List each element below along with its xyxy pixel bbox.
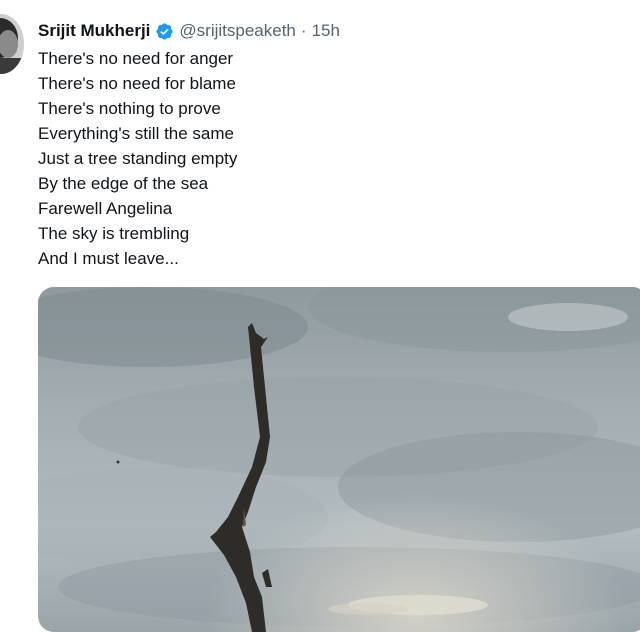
header-separator: · bbox=[300, 21, 307, 40]
tweet-header: Srijit Mukherji @srijitspeaketh · 15h bbox=[38, 18, 340, 44]
verified-badge-icon bbox=[155, 22, 174, 41]
tweet-text-line: Just a tree standing empty bbox=[38, 149, 238, 168]
author-handle[interactable]: @srijitspeaketh bbox=[179, 21, 295, 41]
tweet-timestamp[interactable]: 15h bbox=[312, 21, 340, 41]
author-display-name[interactable]: Srijit Mukherji bbox=[38, 21, 150, 41]
tweet-text-line: Farewell Angelina bbox=[38, 199, 173, 218]
tweet-text-line: There's nothing to prove bbox=[38, 99, 221, 118]
tweet-text: There's no need for anger There's no nee… bbox=[38, 46, 598, 271]
tweet-text-line: By the edge of the sea bbox=[38, 174, 209, 193]
tweet-text-line: There's no need for anger bbox=[38, 49, 234, 68]
tweet-text-line: Everything's still the same bbox=[38, 124, 234, 143]
tweet-text-line: There's no need for blame bbox=[38, 74, 236, 93]
tweet-text-line: And I must leave... bbox=[38, 249, 179, 268]
tweet-text-line: The sky is trembling bbox=[38, 224, 190, 243]
tweet-media-photo[interactable] bbox=[38, 287, 640, 632]
tweet[interactable]: Srijit Mukherji @srijitspeaketh · 15h Th… bbox=[0, 0, 640, 632]
avatar[interactable] bbox=[0, 14, 24, 74]
